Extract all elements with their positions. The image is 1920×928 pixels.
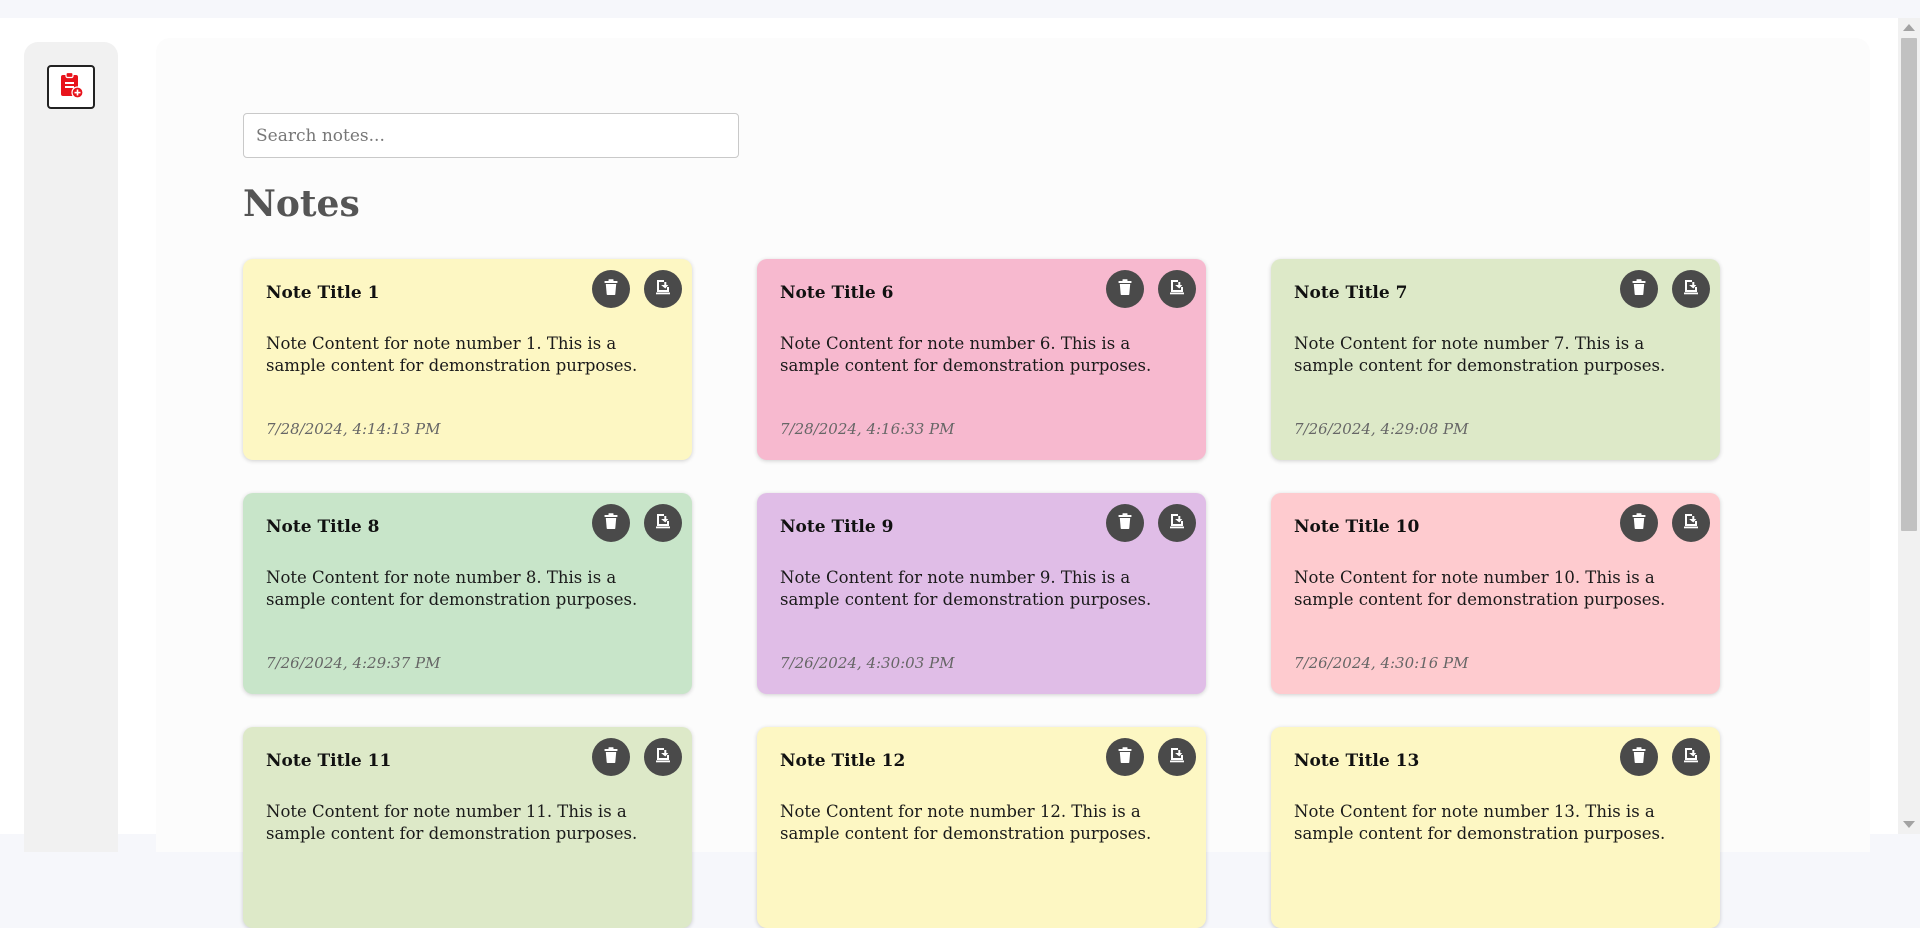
note-actions — [1106, 738, 1196, 776]
download-note-button[interactable] — [644, 504, 682, 542]
note-content: Note Content for note number 9. This is … — [780, 568, 1152, 609]
notes-grid: Note Title 1 Note Content for note numbe… — [243, 259, 1720, 928]
delete-note-button[interactable] — [1620, 504, 1658, 542]
note-content: Note Content for note number 7. This is … — [1294, 334, 1666, 375]
note-content: Note Content for note number 12. This is… — [780, 802, 1152, 843]
download-icon — [654, 278, 672, 300]
note-card[interactable]: Note Title 6 Note Content for note numbe… — [757, 259, 1206, 460]
note-title: Note Title 10 — [1294, 517, 1420, 537]
scroll-up-arrow-icon[interactable] — [1903, 24, 1915, 31]
note-timestamp: 7/26/2024, 4:29:37 PM — [266, 654, 441, 672]
note-title: Note Title 12 — [780, 751, 906, 771]
note-actions — [592, 738, 682, 776]
note-content: Note Content for note number 11. This is… — [266, 802, 638, 843]
delete-note-button[interactable] — [1106, 738, 1144, 776]
note-content: Note Content for note number 6. This is … — [780, 334, 1152, 375]
download-note-button[interactable] — [1158, 270, 1196, 308]
note-timestamp: 7/26/2024, 4:30:16 PM — [1294, 654, 1469, 672]
note-card[interactable]: Note Title 10 Note Content for note numb… — [1271, 493, 1720, 694]
download-note-button[interactable] — [1158, 738, 1196, 776]
note-actions — [1620, 738, 1710, 776]
note-timestamp: 7/26/2024, 4:29:08 PM — [1294, 420, 1469, 438]
app-window: Notes Note Title 1 — [0, 18, 1898, 928]
note-title: Note Title 13 — [1294, 751, 1420, 771]
download-note-button[interactable] — [1672, 504, 1710, 542]
search-input[interactable] — [243, 113, 739, 158]
delete-note-button[interactable] — [1106, 270, 1144, 308]
download-icon — [1168, 512, 1186, 534]
download-note-button[interactable] — [1672, 738, 1710, 776]
scroll-down-arrow-icon[interactable] — [1903, 821, 1915, 828]
note-actions — [1106, 270, 1196, 308]
note-card[interactable]: Note Title 7 Note Content for note numbe… — [1271, 259, 1720, 460]
delete-note-button[interactable] — [592, 270, 630, 308]
download-icon — [654, 512, 672, 534]
note-card[interactable]: Note Title 11 Note Content for note numb… — [243, 727, 692, 928]
note-card[interactable]: Note Title 12 Note Content for note numb… — [757, 727, 1206, 928]
note-card[interactable]: Note Title 1 Note Content for note numbe… — [243, 259, 692, 460]
delete-note-button[interactable] — [592, 738, 630, 776]
page-scrollbar[interactable] — [1898, 18, 1920, 834]
note-title: Note Title 11 — [266, 751, 392, 771]
trash-icon — [1632, 279, 1646, 299]
trash-icon — [604, 279, 618, 299]
note-card[interactable]: Note Title 8 Note Content for note numbe… — [243, 493, 692, 694]
download-icon — [1168, 278, 1186, 300]
add-note-button[interactable] — [47, 65, 95, 109]
note-timestamp: 7/26/2024, 4:30:03 PM — [780, 654, 955, 672]
note-actions — [592, 504, 682, 542]
note-title: Note Title 1 — [266, 283, 380, 303]
scrollbar-thumb[interactable] — [1901, 38, 1917, 531]
delete-note-button[interactable] — [1620, 738, 1658, 776]
clipboard-plus-icon — [58, 71, 84, 103]
note-timestamp: 7/28/2024, 4:16:33 PM — [780, 420, 955, 438]
note-title: Note Title 8 — [266, 517, 380, 537]
note-title: Note Title 7 — [1294, 283, 1408, 303]
note-actions — [592, 270, 682, 308]
note-actions — [1620, 270, 1710, 308]
note-content: Note Content for note number 13. This is… — [1294, 802, 1666, 843]
trash-icon — [604, 513, 618, 533]
trash-icon — [1632, 747, 1646, 767]
delete-note-button[interactable] — [1620, 270, 1658, 308]
note-content: Note Content for note number 8. This is … — [266, 568, 638, 609]
trash-icon — [604, 747, 618, 767]
download-note-button[interactable] — [1158, 504, 1196, 542]
note-content: Note Content for note number 1. This is … — [266, 334, 638, 375]
note-title: Note Title 9 — [780, 517, 894, 537]
download-note-button[interactable] — [644, 270, 682, 308]
delete-note-button[interactable] — [1106, 504, 1144, 542]
note-card[interactable]: Note Title 13 Note Content for note numb… — [1271, 727, 1720, 928]
trash-icon — [1632, 513, 1646, 533]
browser-top-strip — [0, 0, 1920, 18]
download-icon — [654, 746, 672, 768]
download-icon — [1168, 746, 1186, 768]
main-content: Notes Note Title 1 — [156, 38, 1870, 928]
delete-note-button[interactable] — [592, 504, 630, 542]
trash-icon — [1118, 513, 1132, 533]
download-icon — [1682, 746, 1700, 768]
download-icon — [1682, 278, 1700, 300]
sidebar — [24, 42, 118, 852]
note-actions — [1620, 504, 1710, 542]
note-content: Note Content for note number 10. This is… — [1294, 568, 1666, 609]
download-note-button[interactable] — [1672, 270, 1710, 308]
trash-icon — [1118, 279, 1132, 299]
page-title: Notes — [243, 183, 360, 225]
note-card[interactable]: Note Title 9 Note Content for note numbe… — [757, 493, 1206, 694]
note-timestamp: 7/28/2024, 4:14:13 PM — [266, 420, 441, 438]
download-icon — [1682, 512, 1700, 534]
note-actions — [1106, 504, 1196, 542]
trash-icon — [1118, 747, 1132, 767]
download-note-button[interactable] — [644, 738, 682, 776]
note-title: Note Title 6 — [780, 283, 894, 303]
